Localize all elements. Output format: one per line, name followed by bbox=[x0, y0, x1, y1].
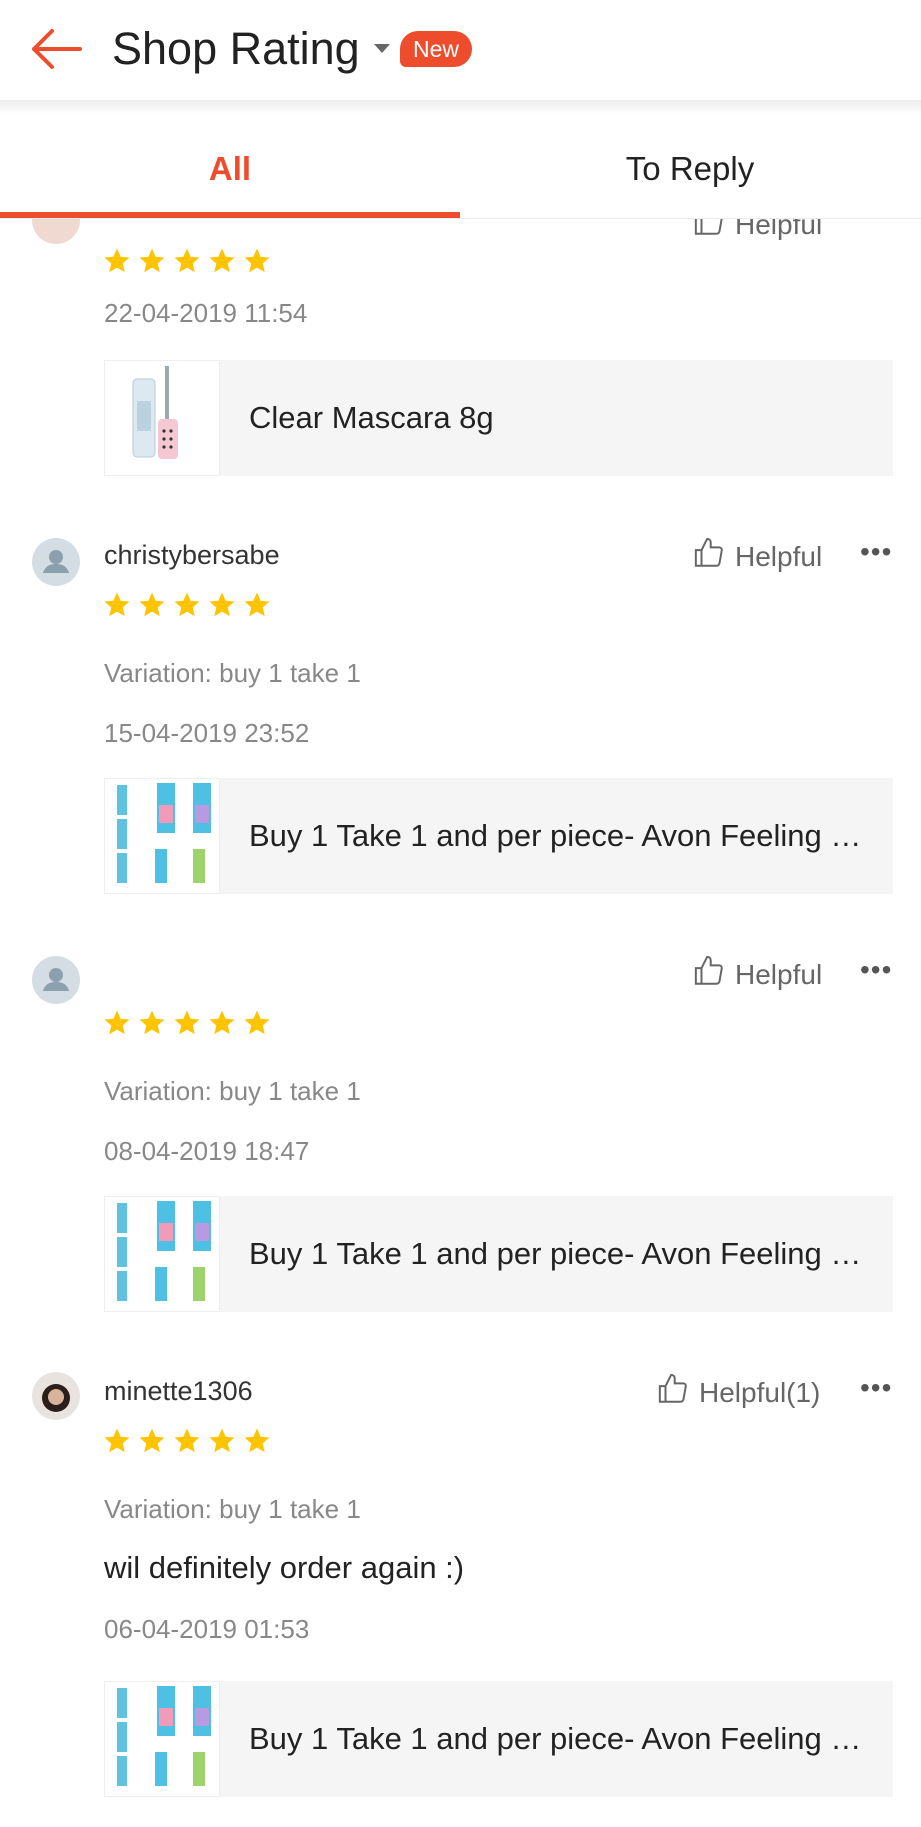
star-icon bbox=[172, 246, 202, 276]
star-icon bbox=[137, 1426, 167, 1456]
product-thumbnail bbox=[104, 1681, 220, 1797]
rating-stars bbox=[102, 1426, 272, 1456]
avatar[interactable] bbox=[32, 956, 80, 1004]
tab-to-reply[interactable]: To Reply bbox=[460, 114, 920, 218]
helpful-button[interactable]: Helpful bbox=[693, 536, 822, 577]
star-icon bbox=[207, 1426, 237, 1456]
username[interactable]: christybersabe bbox=[104, 540, 280, 571]
review-date: 08-04-2019 18:47 bbox=[104, 1136, 310, 1166]
helpful-label: Helpful bbox=[735, 958, 823, 990]
more-options-icon[interactable]: ••• bbox=[860, 1372, 892, 1404]
thumbs-up-icon bbox=[657, 1372, 691, 1413]
review-item: christybersabe Helpful ••• Variation: bu… bbox=[0, 506, 921, 926]
thumbs-up-icon bbox=[693, 954, 727, 995]
star-icon bbox=[137, 246, 167, 276]
star-icon bbox=[172, 1426, 202, 1456]
helpful-button[interactable]: Helpful bbox=[693, 954, 822, 995]
product-card[interactable]: Buy 1 Take 1 and per piece- Avon Feeling… bbox=[104, 1681, 893, 1797]
product-name: Clear Mascara 8g bbox=[249, 400, 494, 435]
variation-text: Variation: buy 1 take 1 bbox=[104, 1494, 361, 1524]
product-name: Buy 1 Take 1 and per piece- Avon Feeling… bbox=[249, 818, 869, 853]
star-icon bbox=[207, 246, 237, 276]
avatar[interactable] bbox=[32, 1372, 80, 1420]
page-title[interactable]: Shop Rating bbox=[112, 20, 360, 78]
header-divider bbox=[0, 100, 921, 114]
thumbs-up-icon bbox=[693, 536, 727, 577]
review-item: Helpful 22-04-2019 11:54 Clear Mascara 8… bbox=[0, 180, 921, 508]
star-icon bbox=[207, 1008, 237, 1038]
star-icon bbox=[102, 590, 132, 620]
more-options-icon[interactable]: ••• bbox=[860, 536, 892, 568]
rating-stars bbox=[102, 1008, 272, 1038]
star-icon bbox=[137, 590, 167, 620]
variation-text: Variation: buy 1 take 1 bbox=[104, 1076, 361, 1106]
product-name: Buy 1 Take 1 and per piece- Avon Feeling… bbox=[249, 1236, 869, 1271]
star-icon bbox=[242, 1008, 272, 1038]
username[interactable]: minette1306 bbox=[104, 1376, 253, 1407]
variation-text: Variation: buy 1 take 1 bbox=[104, 658, 361, 688]
avatar[interactable] bbox=[32, 538, 80, 586]
caret-down-icon[interactable] bbox=[374, 44, 390, 53]
star-icon bbox=[137, 1008, 167, 1038]
helpful-button[interactable]: Helpful(1) bbox=[657, 1372, 820, 1413]
helpful-label: Helpful(1) bbox=[699, 1376, 821, 1408]
review-date: 15-04-2019 23:52 bbox=[104, 718, 310, 748]
review-date: 22-04-2019 11:54 bbox=[104, 298, 308, 328]
product-thumbnail bbox=[104, 1196, 220, 1312]
product-card[interactable]: Clear Mascara 8g bbox=[104, 360, 893, 476]
product-card[interactable]: Buy 1 Take 1 and per piece- Avon Feeling… bbox=[104, 778, 893, 894]
star-icon bbox=[242, 590, 272, 620]
star-icon bbox=[242, 1426, 272, 1456]
product-thumbnail bbox=[104, 360, 220, 476]
star-icon bbox=[172, 590, 202, 620]
product-thumbnail bbox=[104, 778, 220, 894]
more-options-icon[interactable]: ••• bbox=[860, 954, 892, 986]
tab-bar: All To Reply bbox=[0, 114, 921, 219]
star-icon bbox=[102, 1426, 132, 1456]
tab-all[interactable]: All bbox=[0, 114, 460, 218]
app-header: Shop Rating New bbox=[0, 0, 921, 100]
helpful-label: Helpful bbox=[735, 540, 823, 572]
review-date: 06-04-2019 01:53 bbox=[104, 1614, 310, 1644]
review-comment: wil definitely order again :) bbox=[104, 1550, 465, 1585]
star-icon bbox=[242, 246, 272, 276]
rating-stars bbox=[102, 590, 272, 620]
active-tab-indicator bbox=[0, 212, 460, 218]
review-item: Helpful ••• Variation: buy 1 take 1 08-0… bbox=[0, 924, 921, 1344]
review-list[interactable]: Helpful 22-04-2019 11:54 Clear Mascara 8… bbox=[0, 0, 921, 1827]
back-arrow-icon[interactable] bbox=[28, 26, 88, 72]
star-icon bbox=[102, 1008, 132, 1038]
review-item: minette1306 Helpful(1) ••• Variation: bu… bbox=[0, 1342, 921, 1827]
rating-stars bbox=[102, 246, 272, 276]
product-name: Buy 1 Take 1 and per piece- Avon Feeling… bbox=[249, 1721, 869, 1756]
new-badge: New bbox=[400, 31, 473, 67]
star-icon bbox=[102, 246, 132, 276]
product-card[interactable]: Buy 1 Take 1 and per piece- Avon Feeling… bbox=[104, 1196, 893, 1312]
star-icon bbox=[207, 590, 237, 620]
star-icon bbox=[172, 1008, 202, 1038]
